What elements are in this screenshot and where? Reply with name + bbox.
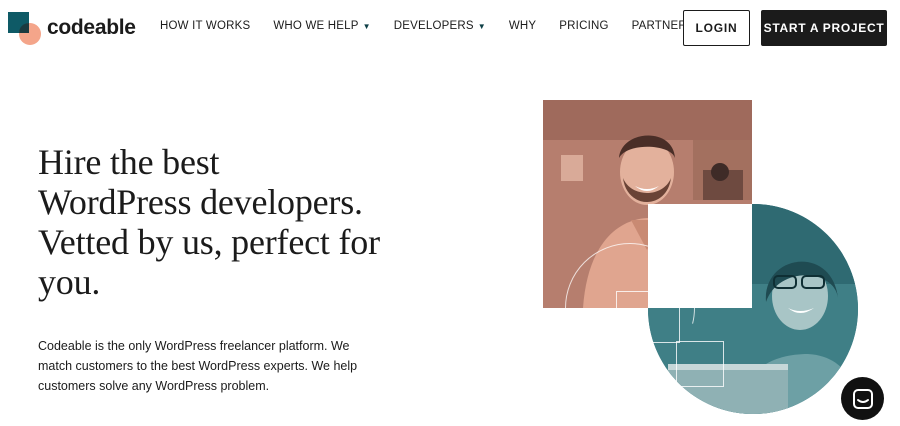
logo-text: codeable	[47, 16, 136, 39]
login-button[interactable]: LOGIN	[683, 10, 750, 46]
headline-line: WordPress developers.	[38, 182, 363, 222]
nav-item-label: WHY	[508, 20, 537, 32]
nav-item-label: DEVELOPERS	[393, 20, 474, 32]
nav-item-label: WHO WE HELP	[273, 20, 359, 32]
headline-line: Vetted by us, perfect for	[38, 222, 380, 262]
nav-item-how-it-works[interactable]: HOW IT WORKS	[160, 20, 250, 32]
headline-line: Hire the best	[38, 142, 220, 182]
decorative-outline-square	[616, 291, 680, 343]
nav-item-developers[interactable]: DEVELOPERS ▼	[394, 20, 486, 32]
nav-item-why[interactable]: WHY	[509, 20, 536, 32]
site-header: codeable HOW IT WORKS WHO WE HELP ▼ DEVE…	[0, 0, 900, 56]
caret-down-icon: ▼	[477, 21, 486, 31]
chat-bubble-icon[interactable]	[841, 377, 884, 420]
start-project-button[interactable]: START A PROJECT	[761, 10, 887, 46]
hero-headline: Hire the best WordPress developers. Vett…	[38, 142, 418, 302]
nav-item-who-we-help[interactable]: WHO WE HELP ▼	[273, 20, 370, 32]
logo-mark-icon	[8, 11, 41, 45]
hero-artwork	[540, 98, 870, 418]
nav-item-label: HOW IT WORKS	[160, 20, 251, 32]
nav-item-label: PRICING	[559, 20, 609, 32]
decorative-outline-square	[676, 341, 724, 387]
nav-item-pricing[interactable]: PRICING	[559, 20, 608, 32]
caret-down-icon: ▼	[362, 21, 371, 31]
headline-line: you.	[38, 262, 101, 302]
logo[interactable]: codeable	[8, 11, 138, 45]
hero-description: Codeable is the only WordPress freelance…	[38, 339, 358, 393]
main-nav: HOW IT WORKS WHO WE HELP ▼ DEVELOPERS ▼ …	[160, 20, 730, 32]
